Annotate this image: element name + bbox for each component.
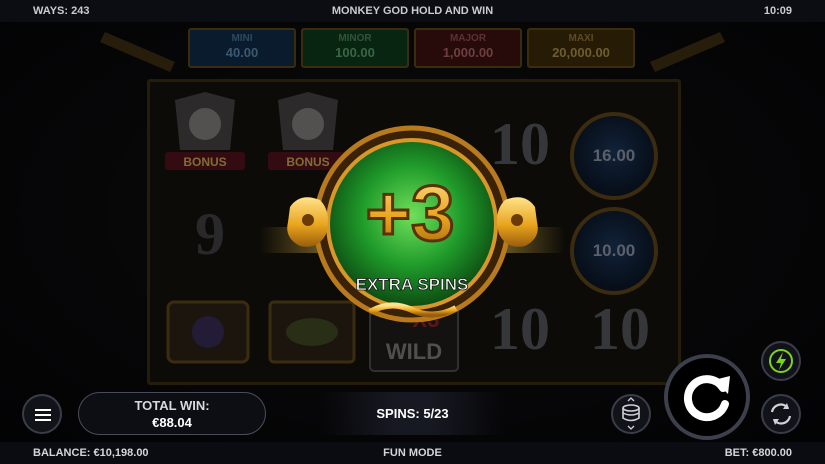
lightning-icon bbox=[769, 349, 793, 373]
coin-stack-icon bbox=[622, 397, 640, 430]
top-bar: WAYS: 243 MONKEY GOD HOLD AND WIN 10:09 bbox=[0, 0, 825, 22]
turbo-button[interactable] bbox=[761, 341, 801, 381]
extra-spins-text: EXTRA SPINS bbox=[356, 275, 469, 294]
spins-label: SPINS: bbox=[376, 406, 420, 421]
extra-spins-amount: +3 bbox=[366, 169, 455, 257]
spin-button[interactable] bbox=[664, 354, 750, 440]
guardian-lion-right bbox=[497, 197, 538, 247]
game-title: MONKEY GOD HOLD AND WIN bbox=[331, 5, 494, 17]
spins-value: 5/23 bbox=[423, 406, 449, 421]
menu-button[interactable] bbox=[22, 394, 62, 434]
spin-arrow-icon bbox=[683, 375, 730, 422]
total-win-panel: TOTAL WIN: €88.04 bbox=[78, 392, 266, 435]
total-win-label: TOTAL WIN: bbox=[134, 398, 210, 413]
clock: 10:09 bbox=[763, 5, 792, 17]
autoplay-button[interactable] bbox=[761, 394, 801, 434]
fun-mode-label: FUN MODE bbox=[383, 447, 442, 459]
bet: BET: €800.00 bbox=[724, 447, 792, 459]
autoplay-icon bbox=[770, 403, 792, 425]
guardian-lion-left bbox=[287, 197, 328, 247]
status-bar: BALANCE: €10,198.00 FUN MODE BET: €800.0… bbox=[0, 442, 825, 464]
total-win-value: €88.04 bbox=[152, 415, 192, 430]
stake-button[interactable] bbox=[611, 394, 651, 434]
extra-spins-banner: +3 EXTRA SPINS bbox=[260, 122, 565, 332]
spins-counter: SPINS: 5/23 bbox=[320, 392, 505, 435]
